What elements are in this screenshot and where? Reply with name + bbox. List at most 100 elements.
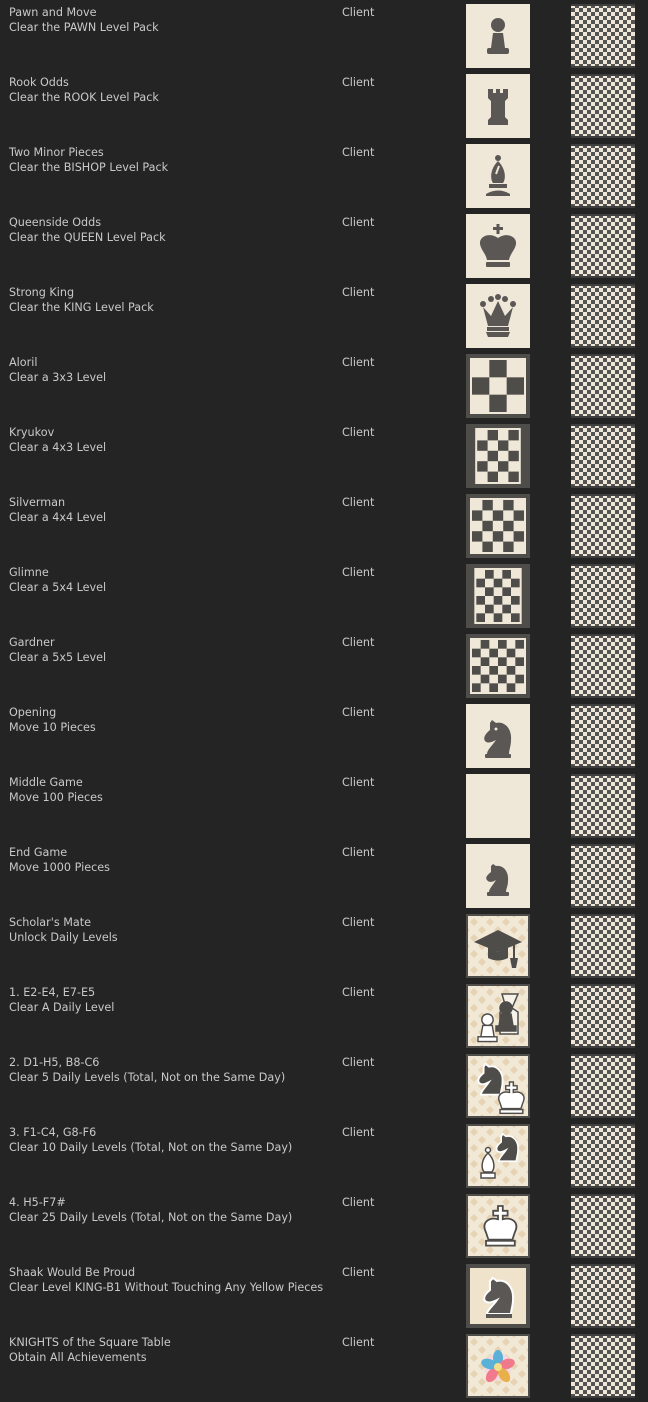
blank-icon (466, 774, 530, 838)
achievement-description: Clear the PAWN Level Pack (9, 21, 159, 34)
achievement-type: Client (342, 76, 375, 89)
locked-placeholder-icon (571, 984, 635, 1048)
locked-placeholder-icon (571, 424, 635, 488)
locked-placeholder-icon (571, 4, 635, 68)
board-5x4-icon (466, 564, 530, 628)
achievement-name: Aloril (9, 356, 38, 369)
achievement-row: Queenside Odds Clear the QUEEN Level Pack… (0, 210, 648, 280)
achievement-name: 2. D1-H5, B8-C6 (9, 1056, 100, 1069)
locked-placeholder-icon (571, 1054, 635, 1118)
achievement-name: End Game (9, 846, 68, 859)
board-4x4-icon (466, 494, 530, 558)
achievement-description: Unlock Daily Levels (9, 931, 118, 944)
achievement-name: Shaak Would Be Proud (9, 1266, 136, 1279)
locked-placeholder-icon (571, 564, 635, 628)
achievement-row: Opening Move 10 Pieces Client (0, 700, 648, 770)
locked-placeholder-icon (571, 914, 635, 978)
achievement-description: Clear A Daily Level (9, 1001, 115, 1014)
achievement-row: 1. E2-E4, E7-E5 Clear A Daily Level Client (0, 980, 648, 1050)
locked-placeholder-icon (571, 144, 635, 208)
achievement-row: Aloril Clear a 3x3 Level Client (0, 350, 648, 420)
board-5x5-icon (466, 634, 530, 698)
knight-frame-icon (466, 1264, 530, 1328)
achievement-type: Client (342, 636, 375, 649)
achievement-description: Clear a 3x3 Level (9, 371, 107, 384)
knight-icon (466, 704, 530, 768)
flower-icon (466, 1334, 530, 1398)
achievement-type: Client (342, 286, 375, 299)
achievement-name: Scholar's Mate (9, 916, 91, 929)
achievement-description: Clear 25 Daily Levels (Total, Not on the… (9, 1211, 293, 1224)
achievement-type: Client (342, 706, 375, 719)
achievement-description: Clear 10 Daily Levels (Total, Not on the… (9, 1141, 293, 1154)
achievement-description: Obtain All Achievements (9, 1351, 147, 1364)
achievement-name: 3. F1-C4, G8-F6 (9, 1126, 97, 1139)
achievement-description: Clear a 5x4 Level (9, 581, 107, 594)
achievement-row: Kryukov Clear a 4x3 Level Client (0, 420, 648, 490)
achievement-name: Kryukov (9, 426, 55, 439)
king-crown-icon (466, 214, 530, 278)
board-4x3-icon (466, 424, 530, 488)
queen-crown-icon (466, 284, 530, 348)
locked-placeholder-icon (571, 1194, 635, 1258)
achievement-name: Strong King (9, 286, 75, 299)
achievement-description: Clear a 5x5 Level (9, 651, 107, 664)
achievement-type: Client (342, 426, 375, 439)
achievement-type: Client (342, 1126, 375, 1139)
achievement-description: Clear the QUEEN Level Pack (9, 231, 166, 244)
achievement-list: Pawn and Move Clear the PAWN Level Pack Cl… (0, 0, 648, 1402)
pawn-icon (466, 4, 530, 68)
achievement-row: Gardner Clear a 5x5 Level Client (0, 630, 648, 700)
locked-placeholder-icon (571, 704, 635, 768)
locked-placeholder-icon (571, 214, 635, 278)
achievement-row: Glimne Clear a 5x4 Level Client (0, 560, 648, 630)
achievement-name: 1. E2-E4, E7-E5 (9, 986, 96, 999)
achievement-name: Silverman (9, 496, 66, 509)
achievement-name: Two Minor Pieces (9, 146, 104, 159)
achievement-name: KNIGHTS of the Square Table (9, 1336, 171, 1349)
achievement-description: Clear Level KING-B1 Without Touching Any… (9, 1281, 324, 1294)
locked-placeholder-icon (571, 284, 635, 348)
achievement-type: Client (342, 356, 375, 369)
achievement-name: Opening (9, 706, 57, 719)
achievement-type: Client (342, 566, 375, 579)
achievement-name: Queenside Odds (9, 216, 102, 229)
locked-placeholder-icon (571, 1124, 635, 1188)
achievement-row: Silverman Clear a 4x4 Level Client (0, 490, 648, 560)
achievement-type: Client (342, 6, 375, 19)
locked-placeholder-icon (571, 74, 635, 138)
achievement-description: Move 1000 Pieces (9, 861, 110, 874)
achievement-row: Scholar's Mate Unlock Daily Levels Client (0, 910, 648, 980)
locked-placeholder-icon (571, 354, 635, 418)
pawns-icon (466, 984, 530, 1048)
achievement-row: Strong King Clear the KING Level Pack Clie… (0, 280, 648, 350)
graduation-cap-icon (466, 914, 530, 978)
achievement-name: Pawn and Move (9, 6, 97, 19)
achievement-type: Client (342, 1056, 375, 1069)
achievement-type: Client (342, 1196, 375, 1209)
achievement-row: 3. F1-C4, G8-F6 Clear 10 Daily Levels (To… (0, 1120, 648, 1190)
achievement-description: Clear the BISHOP Level Pack (9, 161, 169, 174)
locked-placeholder-icon (571, 494, 635, 558)
achievement-description: Move 100 Pieces (9, 791, 103, 804)
achievement-description: Clear the KING Level Pack (9, 301, 154, 314)
achievement-description: Clear a 4x3 Level (9, 441, 107, 454)
achievement-row: Middle Game Move 100 Pieces Client (0, 770, 648, 840)
achievement-row: Two Minor Pieces Clear the BISHOP Level P… (0, 140, 648, 210)
achievement-name: 4. H5-F7# (9, 1196, 66, 1209)
locked-placeholder-icon (571, 1334, 635, 1398)
achievement-row: Pawn and Move Clear the PAWN Level Pack Cl… (0, 0, 648, 70)
achievement-type: Client (342, 216, 375, 229)
bishop-knight-icon (466, 1124, 530, 1188)
achievement-row: Rook Odds Clear the ROOK Level Pack Client (0, 70, 648, 140)
achievement-row: KNIGHTS of the Square Table Obtain All Ac… (0, 1330, 648, 1400)
achievement-row: 2. D1-H5, B8-C6 Clear 5 Daily Levels (Tot… (0, 1050, 648, 1120)
achievement-type: Client (342, 986, 375, 999)
achievement-row: 4. H5-F7# Clear 25 Daily Levels (Total, N… (0, 1190, 648, 1260)
achievement-name: Middle Game (9, 776, 83, 789)
achievement-type: Client (342, 1336, 375, 1349)
achievement-description: Clear 5 Daily Levels (Total, Not on the … (9, 1071, 286, 1084)
achievement-row: Shaak Would Be Proud Clear Level KING-B1 … (0, 1260, 648, 1330)
achievement-name: Glimne (9, 566, 49, 579)
achievement-type: Client (342, 846, 375, 859)
